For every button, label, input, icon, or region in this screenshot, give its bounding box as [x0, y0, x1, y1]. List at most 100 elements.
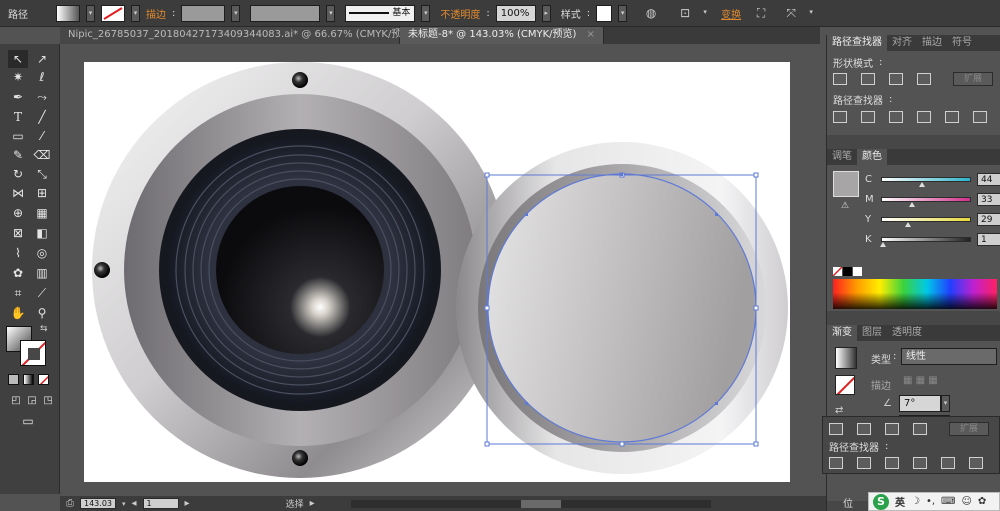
channel-track[interactable] — [881, 216, 971, 227]
variable-width-dropdown[interactable]: ▾ — [326, 4, 336, 22]
artboard-tool-icon[interactable]: ⌗ — [8, 284, 28, 302]
isolate-icon[interactable]: ⛶ — [751, 4, 771, 22]
arrange-icon[interactable]: ⤧ — [781, 4, 801, 22]
pencil-tool-icon[interactable]: ✎ — [8, 146, 28, 164]
magic-wand-tool-icon[interactable]: ✷ — [8, 68, 28, 86]
tab-color-guide[interactable]: 调笔 — [827, 149, 857, 165]
style-swatch[interactable] — [596, 4, 613, 22]
tab-align[interactable]: 对齐 — [887, 35, 917, 51]
brush-dropdown[interactable]: ▾ — [421, 4, 431, 22]
crop-icon[interactable] — [913, 457, 927, 469]
stroke-dropdown[interactable]: ▾ — [131, 4, 140, 22]
artboard-number-field[interactable]: 1 — [142, 498, 179, 509]
tab-nipic-document[interactable]: Nipic_26785037_20180427173409344083.ai* … — [60, 27, 434, 44]
crop-icon[interactable] — [917, 111, 931, 123]
opacity-label[interactable]: 不透明度 — [440, 6, 480, 21]
fill-stroke-widget[interactable]: ⇆ — [6, 324, 50, 368]
white-swatch[interactable] — [853, 267, 862, 276]
channel-track[interactable] — [881, 176, 971, 187]
horizontal-scrollbar[interactable] — [350, 499, 711, 508]
recolor-icon[interactable]: ◍ — [641, 4, 661, 22]
paintbrush-tool-icon[interactable]: ⁄ — [32, 127, 52, 145]
expand-button[interactable]: 扩展 — [953, 72, 994, 86]
gradient-type-select[interactable]: 线性 — [901, 348, 997, 365]
intersect-icon[interactable] — [885, 423, 899, 435]
keyboard-icon[interactable]: ⌨ — [941, 496, 955, 507]
minus-back-icon[interactable] — [969, 457, 983, 469]
slider-row-y[interactable]: Y 29 % — [859, 209, 1000, 229]
tab-layers[interactable]: 图层 — [857, 325, 887, 341]
minus-front-icon[interactable] — [857, 423, 871, 435]
color-mode-icon[interactable] — [8, 374, 19, 385]
draw-inside-icon[interactable]: ◳ — [38, 392, 58, 410]
type-tool-icon[interactable]: T — [8, 108, 28, 126]
ime-logo-icon[interactable]: S — [873, 493, 889, 510]
none-swatch[interactable] — [833, 267, 842, 276]
color-fill-swatch[interactable] — [833, 171, 859, 197]
eyedropper-tool-icon[interactable]: ⌇ — [8, 244, 28, 262]
style-dropdown[interactable]: ▾ — [618, 4, 628, 22]
opacity-dropdown[interactable]: ▸ — [541, 4, 551, 22]
minus-back-icon[interactable] — [973, 111, 987, 123]
artboard[interactable] — [84, 62, 790, 482]
swap-colors-icon[interactable]: ⇆ — [40, 324, 48, 334]
minus-front-icon[interactable] — [861, 73, 875, 85]
prev-artboard-icon[interactable]: ◂ — [132, 498, 137, 509]
color-spectrum[interactable] — [833, 279, 997, 309]
tab-pathfinder[interactable]: 路径查找器 — [827, 35, 887, 51]
fill-swatch[interactable] — [56, 4, 80, 22]
free-transform-tool-icon[interactable]: ⊞ — [32, 184, 52, 202]
shape-builder-tool-icon[interactable]: ⊕ — [8, 204, 28, 222]
slider-row-c[interactable]: C 44 % — [859, 169, 1000, 189]
channel-track[interactable] — [881, 196, 971, 207]
brush-definition-field[interactable]: 基本 — [345, 4, 416, 22]
eraser-tool-icon[interactable]: ⌫ — [32, 146, 52, 164]
none-mode-icon[interactable] — [38, 374, 49, 385]
gradient-thumbnail[interactable] — [835, 347, 857, 369]
trim-icon[interactable] — [861, 111, 875, 123]
align-to-icon[interactable]: ⊡ — [675, 4, 695, 22]
unite-icon[interactable] — [829, 423, 843, 435]
black-swatch[interactable] — [843, 267, 852, 276]
skin-icon[interactable]: ✿ — [978, 496, 986, 507]
stroke-weight-dropdown[interactable]: ▾ — [231, 4, 241, 22]
zoom-field[interactable]: 143.03 — [80, 498, 116, 509]
column-graph-tool-icon[interactable]: ▥ — [32, 264, 52, 282]
direct-selection-tool-icon[interactable]: ↗ — [32, 50, 52, 68]
divide-icon[interactable] — [833, 111, 847, 123]
channel-thumb[interactable] — [909, 201, 915, 207]
merge-icon[interactable] — [885, 457, 899, 469]
ime-language-toggle[interactable]: 英 — [895, 494, 905, 509]
channel-value[interactable]: 44 — [977, 172, 1000, 186]
outline-icon[interactable] — [941, 457, 955, 469]
gradient-fill-stroke-icon[interactable] — [835, 375, 855, 395]
stroke-swatch[interactable] — [101, 4, 125, 22]
exclude-icon[interactable] — [913, 423, 927, 435]
stroke-weight-field[interactable] — [181, 4, 226, 22]
gradient-tool-icon[interactable]: ◧ — [32, 224, 52, 242]
close-icon[interactable]: × — [586, 27, 594, 44]
mesh-tool-icon[interactable]: ⊠ — [8, 224, 28, 242]
opacity-field[interactable]: 100% — [495, 4, 536, 22]
angle-field[interactable]: 7° — [899, 395, 941, 412]
exclude-icon[interactable] — [917, 73, 931, 85]
channel-track[interactable] — [880, 236, 971, 247]
channel-value[interactable]: 29 — [977, 212, 1000, 226]
angle-dropdown[interactable]: ▾ — [941, 395, 950, 412]
align-dropdown[interactable]: ▾ — [701, 5, 709, 22]
zoom-tool-icon[interactable]: ⚲ — [32, 304, 52, 322]
slider-row-m[interactable]: M 33 % — [859, 189, 1000, 209]
rotate-tool-icon[interactable]: ↻ — [8, 165, 28, 183]
out-of-gamut-icon[interactable]: ⚠ — [841, 201, 849, 211]
variable-width-field[interactable] — [250, 4, 321, 22]
fill-dropdown[interactable]: ▾ — [86, 4, 95, 22]
trim-icon[interactable] — [857, 457, 871, 469]
slider-row-k[interactable]: K 1 % — [859, 229, 1000, 249]
tab-transparency[interactable]: 透明度 — [887, 325, 927, 341]
tab-color[interactable]: 颜色 — [857, 149, 887, 165]
tab-untitled-8[interactable]: 未标题-8* @ 143.03% (CMYK/预览) × — [400, 27, 604, 44]
width-tool-icon[interactable]: ⋈ — [8, 184, 28, 202]
channel-value[interactable]: 1 — [977, 232, 1000, 246]
tab-gradient[interactable]: 渐变 — [827, 325, 857, 341]
status-icon[interactable]: ⎙ — [66, 498, 74, 509]
